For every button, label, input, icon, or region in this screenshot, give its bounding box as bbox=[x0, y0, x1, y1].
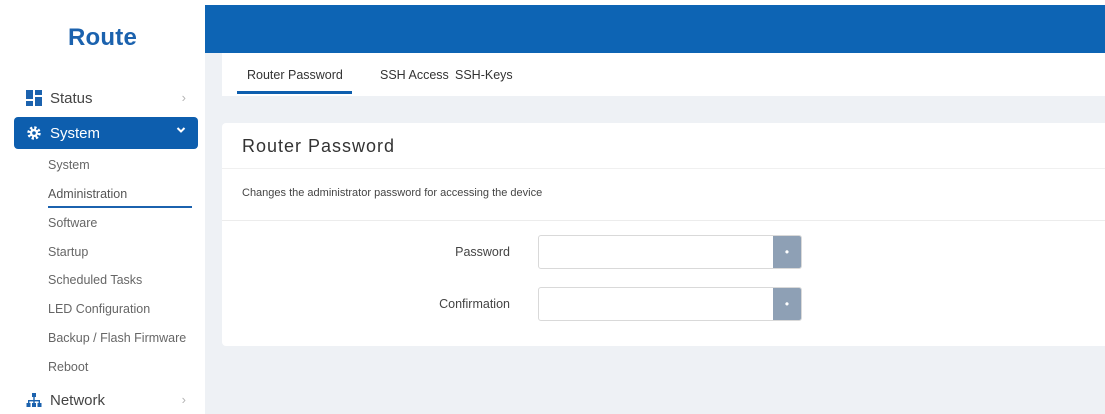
panel-title: Router Password bbox=[242, 136, 396, 156]
sidebar-item-status[interactable]: Status › bbox=[14, 84, 198, 112]
sidebar-item-label: System bbox=[50, 124, 101, 142]
chevron-down-icon bbox=[176, 127, 186, 133]
active-tab-indicator bbox=[237, 91, 352, 94]
confirmation-field: • bbox=[538, 287, 802, 321]
tab-bar: Router Password SSH Access SSH-Keys bbox=[222, 53, 1105, 96]
sidebar-item-label: Status bbox=[50, 89, 93, 107]
sidebar-subitem-reboot[interactable]: Reboot bbox=[48, 357, 88, 377]
brand-logo: Route bbox=[68, 24, 137, 51]
password-label: Password bbox=[455, 245, 510, 259]
reveal-confirmation-button[interactable]: • bbox=[773, 288, 801, 320]
divider bbox=[222, 168, 1105, 169]
sidebar-subitem-system[interactable]: System bbox=[48, 155, 90, 175]
active-subitem-indicator bbox=[48, 206, 192, 208]
panel-description: Changes the administrator password for a… bbox=[242, 187, 543, 199]
sidebar-item-label: Network bbox=[50, 391, 106, 409]
confirmation-input[interactable] bbox=[539, 288, 773, 320]
sidebar-subitem-backup-flash-firmware[interactable]: Backup / Flash Firmware bbox=[48, 328, 186, 348]
network-icon bbox=[26, 393, 42, 407]
tab-ssh-access[interactable]: SSH Access bbox=[380, 67, 449, 87]
sidebar-subitem-software[interactable]: Software bbox=[48, 213, 97, 233]
sidebar-item-system[interactable]: System bbox=[14, 117, 198, 149]
chevron-right-icon: › bbox=[181, 392, 186, 407]
confirmation-label: Confirmation bbox=[439, 297, 510, 311]
tab-router-password[interactable]: Router Password bbox=[247, 67, 343, 87]
sidebar-subitem-administration[interactable]: Administration bbox=[48, 184, 127, 204]
divider bbox=[222, 220, 1105, 221]
top-header-bar bbox=[205, 0, 1105, 53]
password-field: • bbox=[538, 235, 802, 269]
header-top-edge bbox=[205, 0, 1105, 5]
tab-ssh-keys[interactable]: SSH-Keys bbox=[455, 67, 513, 87]
sidebar-item-network[interactable]: Network › bbox=[14, 386, 198, 414]
password-input[interactable] bbox=[539, 236, 773, 268]
reveal-password-button[interactable]: • bbox=[773, 236, 801, 268]
router-password-panel: Router Password Changes the administrato… bbox=[222, 123, 1105, 346]
gear-icon bbox=[27, 126, 41, 140]
sidebar-subitem-led-configuration[interactable]: LED Configuration bbox=[48, 299, 150, 319]
sidebar-subitem-scheduled-tasks[interactable]: Scheduled Tasks bbox=[48, 270, 142, 290]
dashboard-icon bbox=[26, 90, 42, 106]
chevron-right-icon: › bbox=[181, 90, 186, 105]
sidebar: Route Status › System System Administrat… bbox=[0, 0, 205, 414]
sidebar-subitem-startup[interactable]: Startup bbox=[48, 242, 88, 262]
